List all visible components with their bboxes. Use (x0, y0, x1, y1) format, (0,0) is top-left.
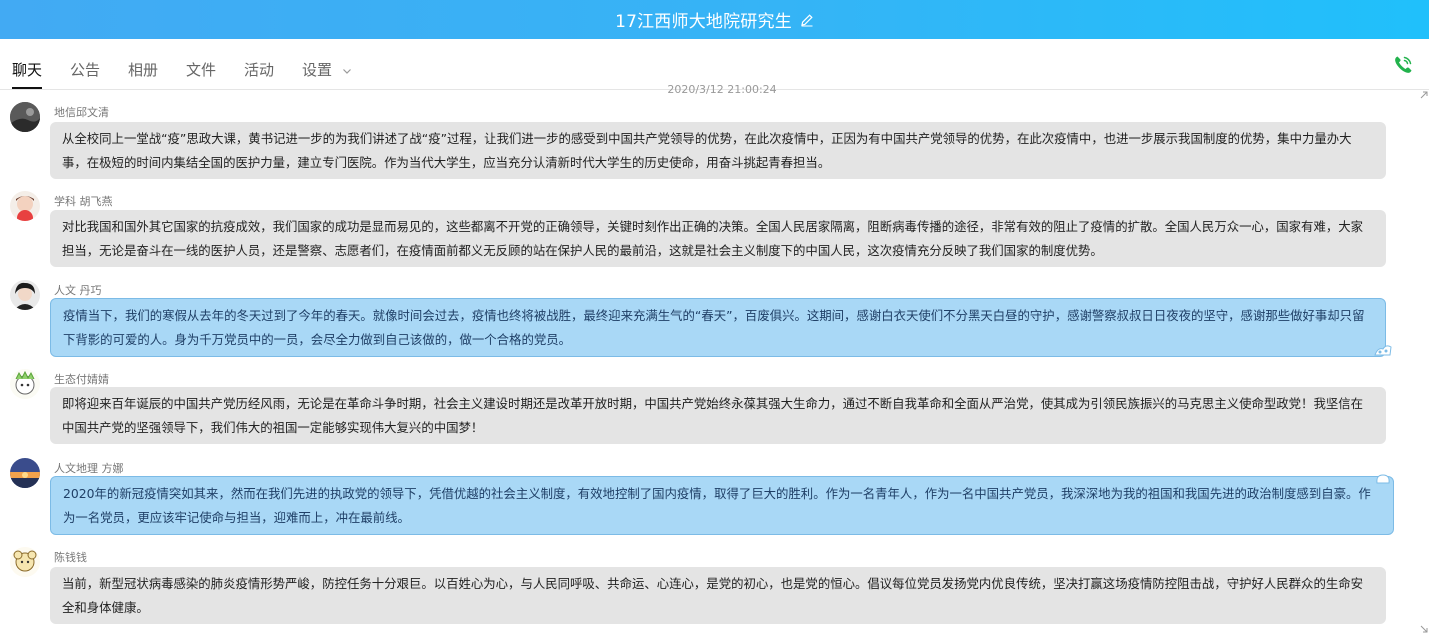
phone-icon[interactable] (1391, 53, 1415, 77)
pencil-icon[interactable] (800, 13, 814, 27)
message-timestamp: 2020/3/12 21:00:24 (667, 83, 777, 96)
chevron-down-icon (342, 68, 351, 74)
resize-handle-icon[interactable] (1420, 625, 1428, 633)
avatar-image (10, 280, 40, 310)
avatar-image (10, 369, 40, 399)
avatar-image (10, 547, 40, 577)
message-bubble[interactable]: 当前，新型冠状病毒感染的肺炎疫情形势严峻，防控任务十分艰巨。以百姓心为心，与人民… (50, 567, 1386, 624)
sender-name: 生态付婧婧 (54, 373, 109, 386)
group-title: 17江西师大地院研究生 (615, 12, 792, 32)
message-bubble[interactable]: 即将迎来百年诞辰的中国共产党历经风雨，无论是在革命斗争时期，社会主义建设时期还是… (50, 387, 1386, 444)
sender-name: 人文地理 方娜 (54, 462, 124, 475)
message-bubble[interactable]: 从全校同上一堂战“疫”思政大课，黄书记进一步的为我们讲述了战“疫”过程，让我们进… (50, 122, 1386, 179)
avatar[interactable] (10, 280, 40, 310)
sender-name: 陈钱钱 (54, 551, 87, 564)
sender-name: 学科 胡飞燕 (54, 195, 113, 208)
avatar[interactable] (10, 191, 40, 221)
expand-arrow-icon (1420, 91, 1428, 99)
sender-name: 人文 丹巧 (54, 284, 102, 297)
message-bubble[interactable]: 2020年的新冠疫情突如其来，然而在我们先进的执政党的领导下，凭借优越的社会主义… (50, 476, 1394, 535)
message-bubble[interactable]: 疫情当下，我们的寒假从去年的冬天过到了今年的春天。就像时间会过去，疫情也终将被战… (50, 298, 1386, 357)
avatar-image (10, 191, 40, 221)
sender-name: 地信邱文清 (54, 106, 109, 119)
bubble-decoration-icon (1376, 474, 1390, 484)
title-bar: 17江西师大地院研究生 (0, 0, 1429, 39)
avatar[interactable] (10, 369, 40, 399)
message-bubble[interactable]: 对比我国和国外其它国家的抗疫成效，我们国家的成功是显而易见的，这些都离不开党的正… (50, 210, 1386, 267)
avatar-image (10, 458, 40, 488)
tab-settings-label: 设置 (302, 61, 333, 79)
avatar[interactable] (10, 458, 40, 488)
avatar[interactable] (10, 547, 40, 577)
avatar-image (10, 102, 40, 132)
bubble-decoration-icon (1374, 345, 1392, 356)
avatar[interactable] (10, 102, 40, 132)
